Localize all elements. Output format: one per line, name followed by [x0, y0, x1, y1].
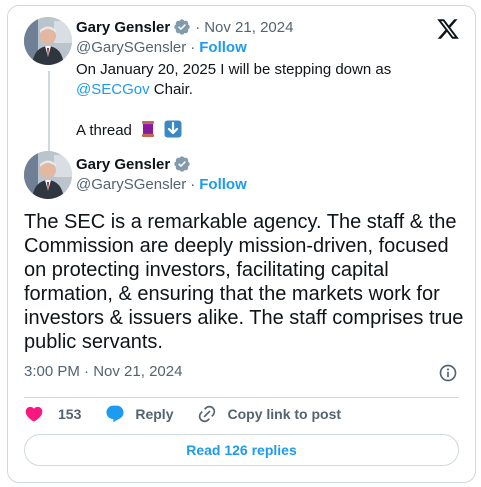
follow-button[interactable]: Follow — [199, 39, 247, 56]
author-handle[interactable]: @GarySGensler — [76, 39, 186, 56]
like-count: 153 — [58, 406, 82, 422]
down-arrow-emoji-icon — [164, 120, 182, 138]
link-icon — [199, 405, 216, 423]
tweet-date[interactable]: Nov 21, 2024 — [204, 19, 293, 36]
separator-dot: · — [84, 363, 94, 380]
main-tweet-header: Gary Gensler — [76, 155, 191, 173]
quoted-text-fragment: Chair. — [153, 81, 193, 98]
copy-link-button[interactable]: Copy link to post — [197, 404, 341, 424]
separator-dot: · — [190, 39, 196, 56]
author-name[interactable]: Gary Gensler — [76, 19, 170, 36]
copy-link-label: Copy link to post — [227, 406, 342, 422]
reply-button[interactable]: Reply — [105, 404, 173, 424]
quoted-tweet-handle-row: @GarySGensler · Follow — [76, 39, 247, 56]
quoted-tweet-header: Gary Gensler · Nov 21, 2024 — [76, 18, 293, 36]
heart-icon — [25, 406, 43, 422]
info-icon[interactable] — [438, 363, 458, 383]
author-name[interactable]: Gary Gensler — [76, 156, 170, 173]
verified-badge-icon — [174, 19, 190, 35]
divider — [24, 397, 459, 398]
quoted-tweet-text: On January 20, 2025 I will be stepping d… — [76, 60, 456, 141]
tweet-date: Nov 21, 2024 — [93, 363, 183, 380]
main-tweet-handle-row: @GarySGensler · Follow — [76, 176, 247, 193]
mention-link[interactable]: @SECGov — [76, 81, 150, 98]
like-button[interactable]: 153 — [24, 404, 81, 424]
reply-label: Reply — [135, 406, 174, 422]
thread-label-line: A thread — [76, 120, 456, 141]
tweet-time: 3:00 PM — [24, 363, 80, 380]
action-bar: 153 Reply Copy link to post — [24, 402, 365, 426]
separator-dot: · — [190, 176, 196, 193]
avatar[interactable] — [24, 17, 72, 65]
tweet-timestamp[interactable]: 3:00 PM · Nov 21, 2024 — [24, 363, 182, 380]
spool-emoji-icon — [142, 121, 155, 137]
tweet-body-text: The SEC is a remarkable agency. The staf… — [24, 211, 464, 353]
follow-button[interactable]: Follow — [199, 176, 247, 193]
thread-label: A thread — [76, 122, 132, 139]
avatar[interactable] — [24, 151, 72, 199]
tweet-embed-card: Gary Gensler · Nov 21, 2024 @GarySGensle… — [7, 5, 476, 483]
thread-connector-line — [48, 71, 50, 151]
reply-bubble-icon — [106, 405, 124, 423]
quoted-text-line: On January 20, 2025 I will be stepping d… — [76, 61, 392, 78]
x-logo-icon[interactable] — [436, 17, 460, 41]
read-replies-button[interactable]: Read 126 replies — [24, 434, 459, 466]
author-handle[interactable]: @GarySGensler — [76, 176, 186, 193]
separator-dot: · — [195, 18, 201, 36]
verified-badge-icon — [174, 156, 190, 172]
quoted-text-line: @SECGov Chair. — [76, 80, 456, 100]
